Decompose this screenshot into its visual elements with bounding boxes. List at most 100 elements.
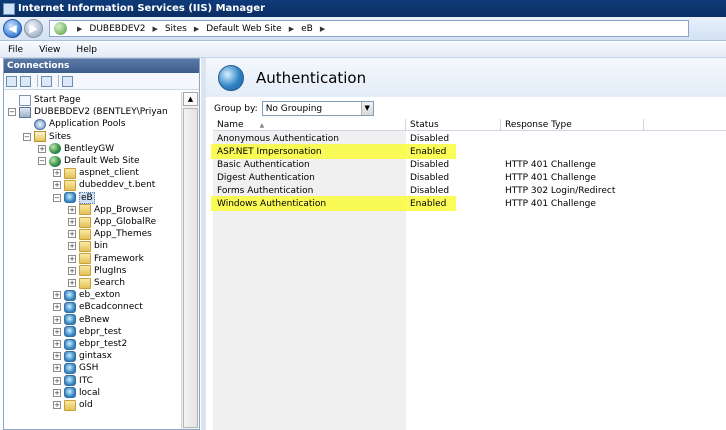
expand-icon[interactable]: + bbox=[68, 218, 76, 226]
chevron-down-icon[interactable]: ▼ bbox=[360, 102, 373, 115]
up-folder-icon[interactable] bbox=[41, 75, 52, 87]
scroll-up-icon[interactable]: ▲ bbox=[183, 92, 198, 106]
tree-item[interactable]: + eBcadconnect bbox=[53, 301, 143, 313]
tree-item-label: ITC bbox=[79, 375, 93, 386]
column-header-name[interactable]: Name ▲ bbox=[213, 119, 406, 131]
tree-item[interactable]: + old bbox=[53, 399, 93, 411]
expand-icon[interactable]: + bbox=[68, 205, 76, 214]
application-icon bbox=[64, 314, 76, 326]
breadcrumb-item[interactable]: ▶ eB bbox=[282, 24, 313, 34]
connect-icon[interactable] bbox=[6, 75, 17, 87]
expand-icon[interactable]: + bbox=[53, 169, 61, 178]
menu-file[interactable]: File bbox=[8, 45, 23, 55]
tree-item[interactable]: + eb_exton bbox=[53, 289, 120, 301]
tree-item[interactable]: + Framework bbox=[68, 253, 144, 265]
tree-item[interactable]: + dubeddev_t.bent bbox=[53, 179, 155, 191]
disconnect-icon[interactable] bbox=[62, 75, 73, 87]
tree-item[interactable]: Start Page bbox=[8, 94, 81, 106]
tree-item[interactable]: + App_GlobalRe bbox=[68, 216, 156, 228]
tree-item[interactable]: + App_Browser bbox=[68, 204, 153, 216]
tree-item[interactable]: + BentleyGW bbox=[38, 143, 114, 155]
tree-item-label: gintasx bbox=[79, 351, 112, 362]
column-header-status[interactable]: Status bbox=[406, 119, 501, 131]
expand-icon[interactable]: + bbox=[38, 144, 46, 153]
tree-scrollbar[interactable]: ▲ bbox=[181, 92, 199, 429]
column-header-response-type[interactable]: Response Type bbox=[501, 119, 644, 131]
table-row[interactable]: ASP.NET Impersonation Enabled bbox=[213, 145, 726, 158]
toolbar-separator bbox=[37, 75, 38, 87]
feature-header: Authentication bbox=[206, 58, 726, 97]
tree-item[interactable]: − DUBEBDEV2 (BENTLEY\Priyan bbox=[8, 106, 168, 118]
tree-item[interactable]: + gintasx bbox=[53, 350, 112, 362]
address-bar: ◀ ▶ ▶ DUBEBDEV2 ▶ Sites ▶ Default Web Site … bbox=[0, 17, 726, 41]
page-icon bbox=[19, 94, 31, 106]
breadcrumb-arrow-icon: ▶ bbox=[319, 24, 326, 33]
expand-icon[interactable]: + bbox=[53, 352, 61, 361]
tree-item[interactable]: + App_Themes bbox=[68, 228, 152, 240]
expand-icon[interactable]: + bbox=[53, 303, 61, 312]
expand-icon[interactable]: + bbox=[68, 242, 76, 251]
connections-tree[interactable]: Start Page − DUBEBDEV2 (BENTLEY\Priyan Appl… bbox=[4, 92, 181, 429]
tree-item[interactable]: + local bbox=[53, 387, 100, 399]
app-pool-icon bbox=[34, 118, 46, 130]
tree-item[interactable]: − Sites bbox=[23, 131, 71, 143]
column-header-empty[interactable] bbox=[644, 119, 726, 131]
folder-icon bbox=[64, 399, 76, 411]
expand-icon[interactable]: + bbox=[53, 364, 61, 373]
tree-item[interactable]: + bin bbox=[68, 240, 108, 252]
expand-icon[interactable]: + bbox=[68, 254, 76, 263]
tree-item[interactable]: + eBnew bbox=[53, 314, 109, 326]
collapse-icon[interactable]: − bbox=[38, 157, 46, 165]
folder-icon bbox=[79, 228, 91, 240]
group-by-label: Group by: bbox=[214, 103, 258, 114]
forward-button[interactable]: ▶ bbox=[24, 19, 43, 38]
expand-icon[interactable]: + bbox=[53, 291, 61, 300]
cell-status: Enabled bbox=[410, 198, 447, 209]
folder-icon bbox=[79, 204, 91, 216]
tree-item[interactable]: Application Pools bbox=[23, 118, 125, 130]
tree-item[interactable]: + aspnet_client bbox=[53, 167, 139, 179]
folder-icon bbox=[79, 216, 91, 228]
expand-icon[interactable]: + bbox=[53, 401, 61, 409]
menu-help[interactable]: Help bbox=[76, 45, 97, 55]
breadcrumb-item[interactable]: ▶ DUBEBDEV2 bbox=[70, 24, 145, 34]
save-icon[interactable] bbox=[20, 75, 31, 87]
breadcrumb-item[interactable]: ▶ bbox=[313, 25, 332, 33]
tree-item[interactable]: + ebpr_test bbox=[53, 326, 121, 338]
collapse-icon[interactable]: − bbox=[23, 132, 31, 141]
back-button[interactable]: ◀ bbox=[3, 19, 22, 38]
cell-response-type: HTTP 401 Challenge bbox=[505, 172, 596, 183]
expand-icon[interactable]: + bbox=[68, 266, 76, 275]
expand-icon[interactable]: + bbox=[68, 279, 76, 287]
group-by-select[interactable]: No Grouping ▼ bbox=[261, 101, 374, 116]
tree-item[interactable]: + Search bbox=[68, 277, 125, 289]
expand-icon[interactable]: + bbox=[53, 327, 61, 336]
expand-icon[interactable]: + bbox=[53, 315, 61, 324]
tree-item[interactable]: − eB bbox=[53, 191, 95, 204]
breadcrumb-item[interactable]: ▶ Default Web Site bbox=[187, 24, 282, 34]
scrollbar-thumb[interactable] bbox=[183, 108, 198, 428]
table-row[interactable]: Digest Authentication Disabled HTTP 401 Ch… bbox=[213, 171, 726, 184]
menu-view[interactable]: View bbox=[39, 45, 60, 55]
tree-item-label: bin bbox=[94, 241, 108, 252]
breadcrumb-item[interactable]: ▶ Sites bbox=[145, 24, 186, 34]
tree-item[interactable]: + GSH bbox=[53, 362, 98, 374]
table-row[interactable]: Basic Authentication Disabled HTTP 401 Cha… bbox=[213, 158, 726, 171]
tree-item[interactable]: + ITC bbox=[53, 375, 93, 387]
tree-item[interactable]: + PlugIns bbox=[68, 265, 126, 277]
breadcrumb[interactable]: ▶ DUBEBDEV2 ▶ Sites ▶ Default Web Site ▶ eB … bbox=[49, 20, 689, 37]
expand-icon[interactable]: + bbox=[53, 388, 61, 397]
expand-icon[interactable]: + bbox=[53, 376, 61, 385]
application-icon bbox=[64, 192, 76, 204]
expand-icon[interactable]: + bbox=[53, 340, 61, 348]
page-title: Authentication bbox=[256, 68, 367, 87]
expand-icon[interactable]: + bbox=[68, 230, 76, 239]
tree-item[interactable]: − Default Web Site bbox=[38, 155, 140, 167]
collapse-icon[interactable]: − bbox=[8, 108, 16, 117]
tree-item[interactable]: + ebpr_test2 bbox=[53, 338, 127, 350]
collapse-icon[interactable]: − bbox=[53, 193, 61, 202]
expand-icon[interactable]: + bbox=[53, 181, 61, 190]
table-row[interactable]: Windows Authentication Enabled HTTP 401 Ch… bbox=[213, 197, 726, 210]
